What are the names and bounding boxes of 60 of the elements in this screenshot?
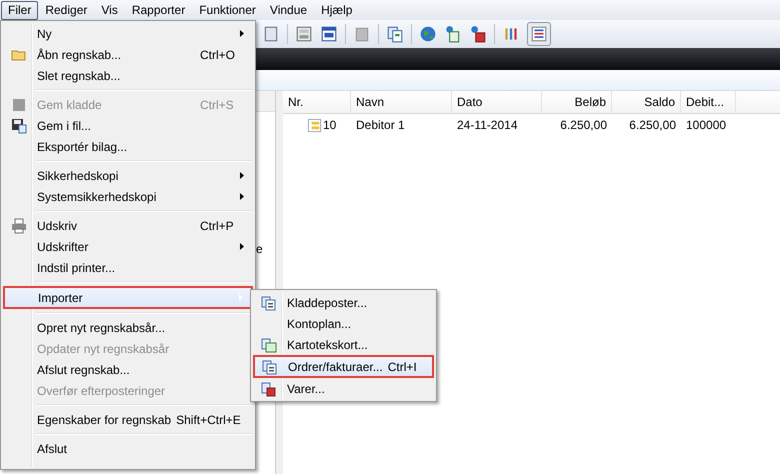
menu-bar-item[interactable]: Hjælp [314,0,360,20]
menu-item[interactable]: Udskrifter [3,236,253,257]
menu-item[interactable]: Varer... [253,378,434,399]
menu-item[interactable]: Indstil printer... [3,257,253,278]
column-header[interactable]: Nr. [283,91,351,113]
menu-item[interactable]: Egenskaber for regnskab Shift+Ctrl+E [3,409,253,430]
table-cell: 24-11-2014 [457,118,518,132]
document-icon[interactable] [444,25,462,43]
document-icon[interactable] [262,25,280,43]
table-cell: 10 [323,118,336,132]
list-view-button[interactable] [527,22,551,46]
submenu-arrow-icon [240,193,244,200]
card-icon [307,118,322,132]
menu-item[interactable]: Kartotekskort... [253,334,434,355]
menu-item[interactable]: Kladdeposter... [253,292,434,313]
document-icon[interactable] [386,25,404,43]
table-cell: Debitor 1 [356,118,405,132]
menu-bar-item[interactable]: Filer [1,0,38,20]
menu-item[interactable]: Eksportér bilag... [3,136,253,157]
pane-text: e [256,242,263,256]
menu-item[interactable]: Opret nyt regnskabsår... [3,317,253,338]
menu-item[interactable]: Slet regnskab... [3,65,253,86]
menu-item[interactable]: Afslut regnskab... [3,359,253,380]
submenu-arrow-icon [240,243,244,250]
document-icon [262,358,278,374]
menu-item[interactable]: Systemsikkerhedskopi [3,186,253,207]
submenu-arrow-icon [240,172,244,179]
menu-item[interactable]: Kontoplan... [253,313,434,334]
box-icon [261,380,277,396]
globe-icon[interactable] [419,25,437,43]
printer-icon [11,218,27,234]
menu-item[interactable]: Sikkerhedskopi [3,165,253,186]
menu-bar-item[interactable]: Funktioner [192,0,263,20]
menu-item[interactable]: Åbn regnskab... Ctrl+O [3,44,253,65]
table-cell: 100000 [686,118,726,132]
menu-item[interactable]: Importer [3,286,253,309]
column-header[interactable]: Beløb [542,91,612,113]
column-header[interactable]: Debit... [681,91,736,113]
submenu-arrow-icon [240,30,244,37]
menu-bar-item[interactable]: Rapporter [124,0,192,20]
table-cell: 6.250,00 [560,118,607,132]
document-icon[interactable] [353,25,371,43]
menu-bar-item[interactable]: Vis [94,0,125,20]
menu-item[interactable]: Afslut [3,438,253,459]
table-cell: 6.250,00 [629,118,676,132]
menu-item[interactable]: Udskriv Ctrl+P [3,215,253,236]
menu-item[interactable]: Gem i fil... [3,115,253,136]
menu-item[interactable]: Ordrer/fakturaer... Ctrl+I [253,355,434,378]
column-header[interactable]: Dato [452,91,542,113]
document-icon [261,336,277,352]
menu-bar-item[interactable]: Rediger [38,0,94,20]
calculator-icon[interactable] [295,25,313,43]
column-header[interactable]: Navn [351,91,452,113]
disk-icon [11,118,27,134]
column-header[interactable]: Saldo [612,91,681,113]
menu-bar-item[interactable]: Vindue [262,0,314,20]
document-icon [261,294,277,310]
menu-item[interactable]: Ny [3,23,253,44]
box-icon[interactable] [469,25,487,43]
calendar-icon[interactable] [320,25,338,43]
